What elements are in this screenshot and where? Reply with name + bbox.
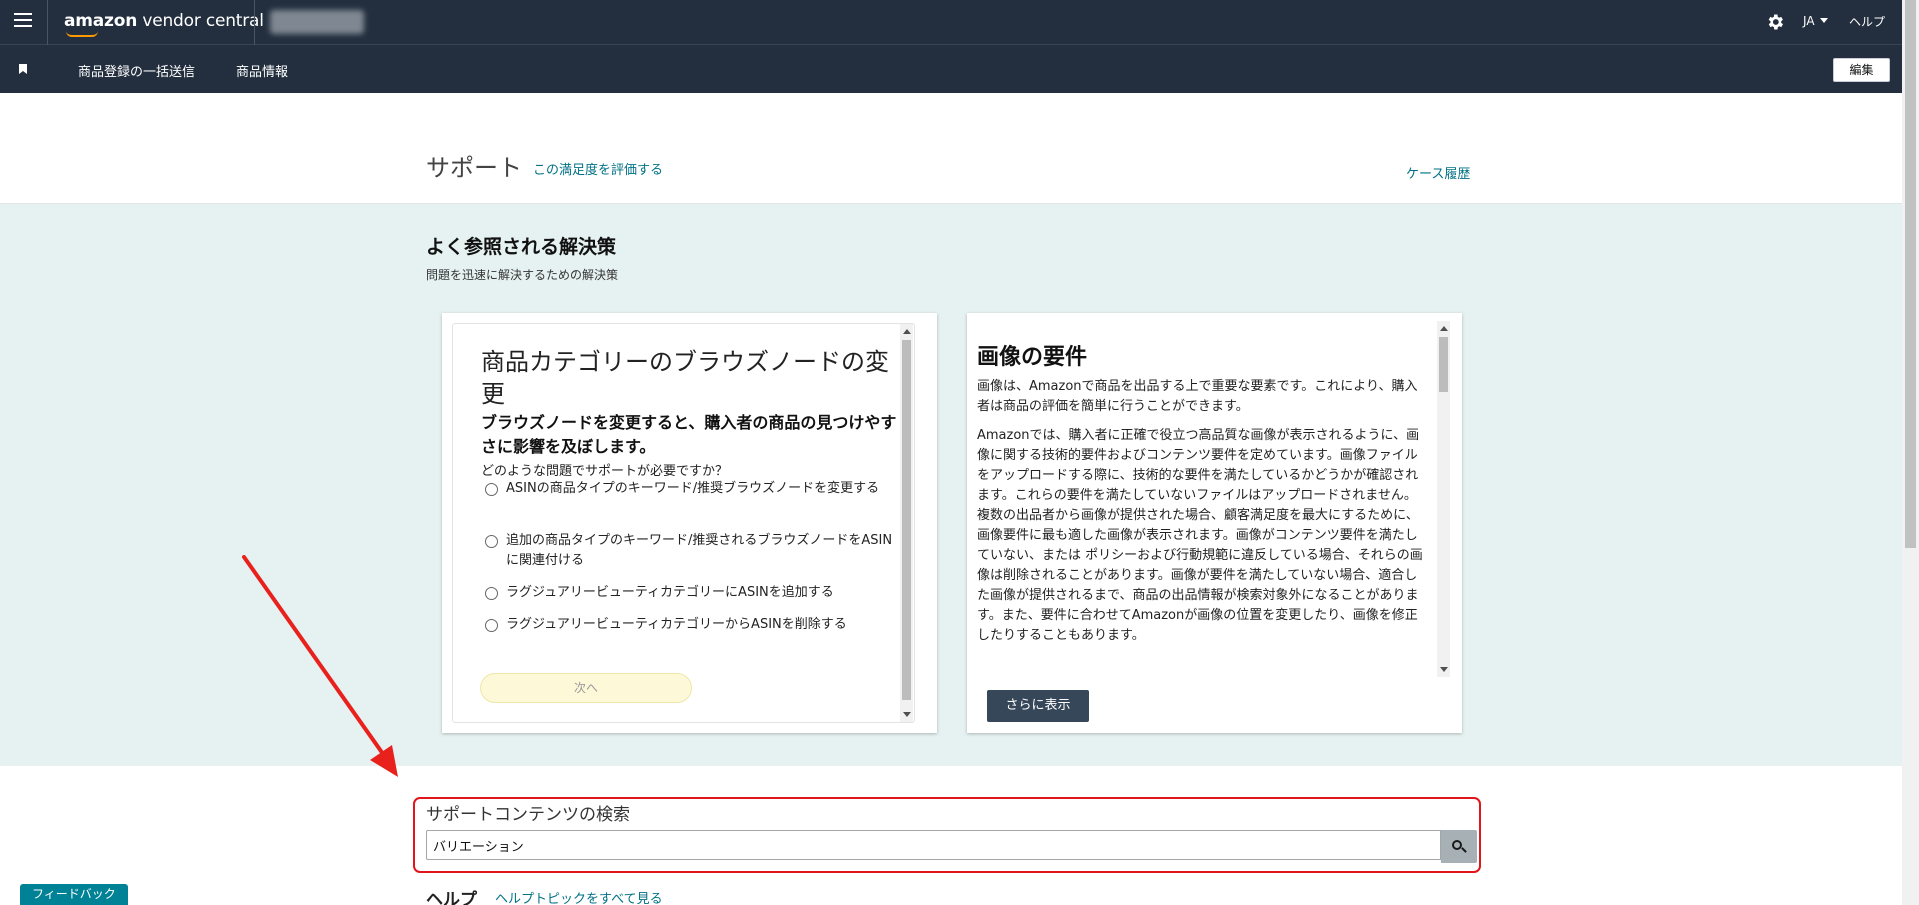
vendor-central-logo[interactable]: amazon vendor central [64, 11, 264, 31]
option-label: ASINの商品タイプのキーワード/推奨ブラウズノードを変更する [506, 481, 880, 496]
browse-node-frame: 商品カテゴリーのブラウズノードの変更 ブラウズノードを変更すると、購入者の商品の… [452, 323, 915, 723]
bookmark-icon[interactable] [19, 64, 27, 74]
radio-button[interactable] [485, 619, 498, 632]
search-icon-handle [1461, 847, 1467, 853]
option-remove-luxury[interactable]: ラグジュアリービューティカテゴリーからASINを削除する [485, 615, 895, 635]
caret-down-icon [1819, 18, 1828, 23]
page-scrollbar-thumb[interactable] [1905, 0, 1916, 548]
option-label: ラグジュアリービューティカテゴリーにASINを追加する [506, 585, 834, 600]
store-name-blurred[interactable] [270, 10, 364, 34]
help-link[interactable]: ヘルプ [1849, 13, 1885, 30]
card-scrollbar[interactable] [900, 324, 913, 722]
nav-divider [254, 0, 255, 45]
scroll-down-icon[interactable] [903, 712, 911, 717]
show-more-button[interactable]: さらに表示 [987, 690, 1089, 722]
option-associate-keyword[interactable]: 追加の商品タイプのキーワード/推奨されるブラウズノードをASINに関連付ける [485, 531, 895, 571]
scroll-down-icon[interactable] [1440, 667, 1448, 672]
amazon-smile-icon [66, 31, 98, 37]
hamburger-menu-icon[interactable] [14, 13, 32, 29]
search-label: サポートコンテンツの検索 [426, 805, 630, 825]
nav-divider [47, 0, 48, 45]
card-title: 画像の要件 [977, 345, 1088, 370]
language-label: JA [1803, 14, 1815, 28]
page-scrollbar[interactable] [1902, 0, 1919, 905]
option-label: 追加の商品タイプのキーワード/推奨されるブラウズノードをASINに関連付ける [506, 533, 893, 568]
option-change-keyword[interactable]: ASINの商品タイプのキーワード/推奨ブラウズノードを変更する [485, 479, 895, 499]
card-paragraph: 画像は、Amazonで商品を出品する上で重要な要素です。これにより、購入者は商品… [977, 379, 1418, 414]
image-requirements-card: 画像の要件 画像は、Amazonで商品を出品する上で重要な要素です。これにより、… [967, 313, 1462, 733]
next-button[interactable]: 次へ [480, 673, 692, 703]
radio-button[interactable] [485, 587, 498, 600]
card-question: どのような問題でサポートが必要ですか？ [481, 464, 729, 479]
feedback-button[interactable]: フィードバック × [20, 884, 128, 905]
logo-brand: amazon [64, 11, 138, 31]
common-solutions-section [0, 204, 1902, 766]
scroll-up-icon[interactable] [903, 329, 911, 334]
language-selector[interactable]: JA [1803, 14, 1828, 28]
card-scrollbar-thumb[interactable] [902, 340, 911, 700]
gear-icon[interactable] [1765, 12, 1785, 32]
option-add-luxury[interactable]: ラグジュアリービューティカテゴリーにASINを追加する [485, 583, 895, 603]
search-button[interactable] [1441, 830, 1477, 863]
rate-satisfaction-link[interactable]: この満足度を評価する [533, 159, 663, 178]
radio-button[interactable] [485, 535, 498, 548]
card-bold-text: ブラウズノードを変更すると、購入者の商品の見つけやすさに影響を及ぼします。 [481, 413, 897, 456]
solutions-title: よく参照される解決策 [426, 236, 617, 258]
card-scrollbar-thumb[interactable] [1439, 337, 1448, 392]
card-paragraph: Amazonでは、購入者に正確で役立つ高品質な画像が表示されるように、画像に関す… [977, 428, 1423, 643]
page-title: サポート [426, 154, 522, 182]
browse-node-card: 商品カテゴリーのブラウズノードの変更 ブラウズノードを変更すると、購入者の商品の… [442, 313, 937, 733]
logo-product: vendor central [137, 11, 264, 31]
subnav-bulk-upload[interactable]: 商品登録の一括送信 [78, 61, 195, 80]
bookmark-bar: 商品登録の一括送信 商品情報 編集 [0, 45, 1902, 93]
subnav-product-info[interactable]: 商品情報 [236, 61, 288, 80]
option-label: ラグジュアリービューティカテゴリーからASINを削除する [506, 617, 847, 632]
search-input[interactable] [426, 830, 1441, 860]
scroll-up-icon[interactable] [1440, 326, 1448, 331]
edit-button[interactable]: 編集 [1833, 58, 1890, 82]
card-scrollbar[interactable] [1437, 321, 1450, 677]
case-history-link[interactable]: ケース履歴 [1406, 163, 1470, 182]
solutions-subtitle: 問題を迅速に解決するための解決策 [426, 268, 619, 282]
radio-button[interactable] [485, 483, 498, 496]
top-navigation-bar: amazon vendor central JA ヘルプ [0, 0, 1902, 45]
all-help-topics-link[interactable]: ヘルプトピックをすべて見る [495, 888, 663, 905]
card-title: 商品カテゴリーのブラウズノードの変更 [481, 348, 889, 408]
help-title: ヘルプ [426, 890, 477, 905]
